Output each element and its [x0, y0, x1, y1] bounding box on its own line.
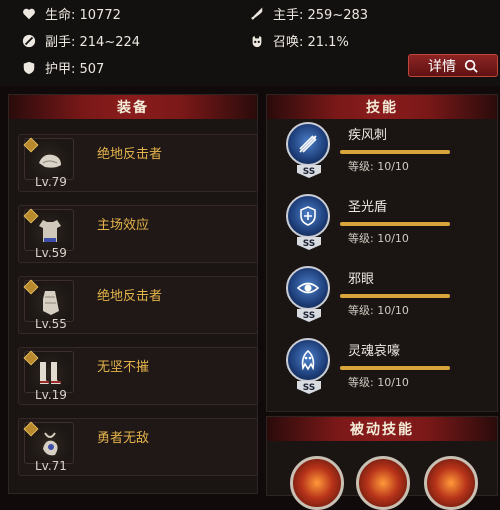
gloves-icon — [39, 154, 61, 168]
skill-rank-badge: SS — [297, 381, 321, 394]
skill-row-2: SS 圣光盾 等级: 10/10 — [286, 194, 476, 266]
skill-row-4: SS 灵魂哀嚎 等级: 10/10 — [286, 338, 476, 410]
sword-icon — [250, 7, 264, 21]
equipment-level: Lv.59 — [35, 246, 67, 260]
evil-eye-icon — [296, 282, 320, 294]
passive-skills-title: 被动技能 — [267, 417, 497, 441]
skill-level: 等级: 10/10 — [348, 232, 409, 245]
skill-button-2[interactable] — [286, 194, 330, 238]
equipment-slot-1[interactable]: Lv.79 绝地反击者 — [18, 134, 258, 192]
skill-rank-badge: SS — [297, 165, 321, 178]
shield-icon — [22, 61, 36, 75]
armor-value: 护甲: 507 — [45, 62, 105, 77]
chest-armor-icon — [39, 220, 61, 242]
search-icon — [464, 59, 478, 73]
triple-spear-icon — [299, 135, 317, 153]
equipment-slot-4[interactable]: Lv.19 无坚不摧 — [18, 347, 258, 405]
holy-shield-icon — [300, 206, 316, 226]
equipment-slot-5[interactable]: Lv.71 勇者无敌 — [18, 418, 258, 476]
skill-button-1[interactable] — [286, 122, 330, 166]
details-button[interactable]: 详情 — [408, 54, 498, 77]
boots-icon — [40, 362, 61, 384]
skill-name: 邪眼 — [348, 272, 375, 287]
equipment-name: 绝地反击者 — [97, 147, 163, 162]
skill-name: 疾风刺 — [348, 128, 388, 143]
main-hand-stat: 主手: 259~283 — [250, 4, 368, 23]
fire-skill-icon[interactable] — [290, 456, 344, 510]
skill-progress-bar — [340, 294, 450, 298]
equipment-icon-frame — [23, 421, 74, 464]
dagger-icon — [22, 34, 36, 48]
fire-skill-icon[interactable] — [424, 456, 478, 510]
soul-wail-icon — [301, 349, 315, 371]
skill-level: 等级: 10/10 — [348, 160, 409, 173]
equipment-icon-frame — [23, 350, 74, 393]
amulet-icon — [43, 432, 58, 456]
equipment-icon-frame — [23, 279, 74, 322]
skill-button-4[interactable] — [286, 338, 330, 382]
equipment-name: 无坚不摧 — [97, 360, 150, 375]
equipment-level: Lv.79 — [35, 175, 67, 189]
equipment-level: Lv.71 — [35, 459, 67, 473]
summon-stat: 召唤: 21.1% — [250, 31, 349, 50]
skill-name: 圣光盾 — [348, 200, 388, 215]
equipment-icon-frame — [23, 208, 74, 251]
skills-title: 技能 — [267, 95, 497, 119]
equipment-name: 绝地反击者 — [97, 289, 163, 304]
armor-stat: 护甲: 507 — [22, 58, 104, 77]
gauntlet-icon — [43, 291, 59, 315]
skill-progress-bar — [340, 222, 450, 226]
summon-skull-icon — [250, 34, 264, 48]
skill-row-1: SS 疾风刺 等级: 10/10 — [286, 122, 476, 194]
equipment-name: 勇者无敌 — [97, 431, 150, 446]
skill-button-3[interactable] — [286, 266, 330, 310]
equipment-level: Lv.19 — [35, 388, 67, 402]
skill-progress-bar — [340, 366, 450, 370]
skill-progress-bar — [340, 150, 450, 154]
equipment-slot-2[interactable]: Lv.59 主场效应 — [18, 205, 258, 263]
main-hand-value: 主手: 259~283 — [273, 8, 369, 23]
fire-skill-icon[interactable] — [356, 456, 410, 510]
off-hand-stat: 副手: 214~224 — [22, 31, 140, 50]
heart-icon — [22, 7, 36, 21]
stats-panel: 生命: 10772 主手: 259~283 副手: 214~224 召唤: 21… — [0, 0, 500, 86]
equipment-slot-3[interactable]: Lv.55 绝地反击者 — [18, 276, 258, 334]
hp-stat: 生命: 10772 — [22, 4, 121, 23]
equipment-title: 装备 — [9, 95, 257, 119]
equipment-level: Lv.55 — [35, 317, 67, 331]
equipment-icon-frame — [23, 137, 74, 180]
summon-value: 召唤: 21.1% — [273, 35, 349, 50]
skill-rank-badge: SS — [297, 309, 321, 322]
equipment-name: 主场效应 — [97, 218, 150, 233]
skill-name: 灵魂哀嚎 — [348, 344, 401, 359]
skill-level: 等级: 10/10 — [348, 304, 409, 317]
details-button-label: 详情 — [428, 58, 456, 75]
skill-rank-badge: SS — [297, 237, 321, 250]
skill-level: 等级: 10/10 — [348, 376, 409, 389]
hp-value: 生命: 10772 — [45, 8, 121, 23]
skill-row-3: SS 邪眼 等级: 10/10 — [286, 266, 476, 338]
off-hand-value: 副手: 214~224 — [45, 35, 141, 50]
